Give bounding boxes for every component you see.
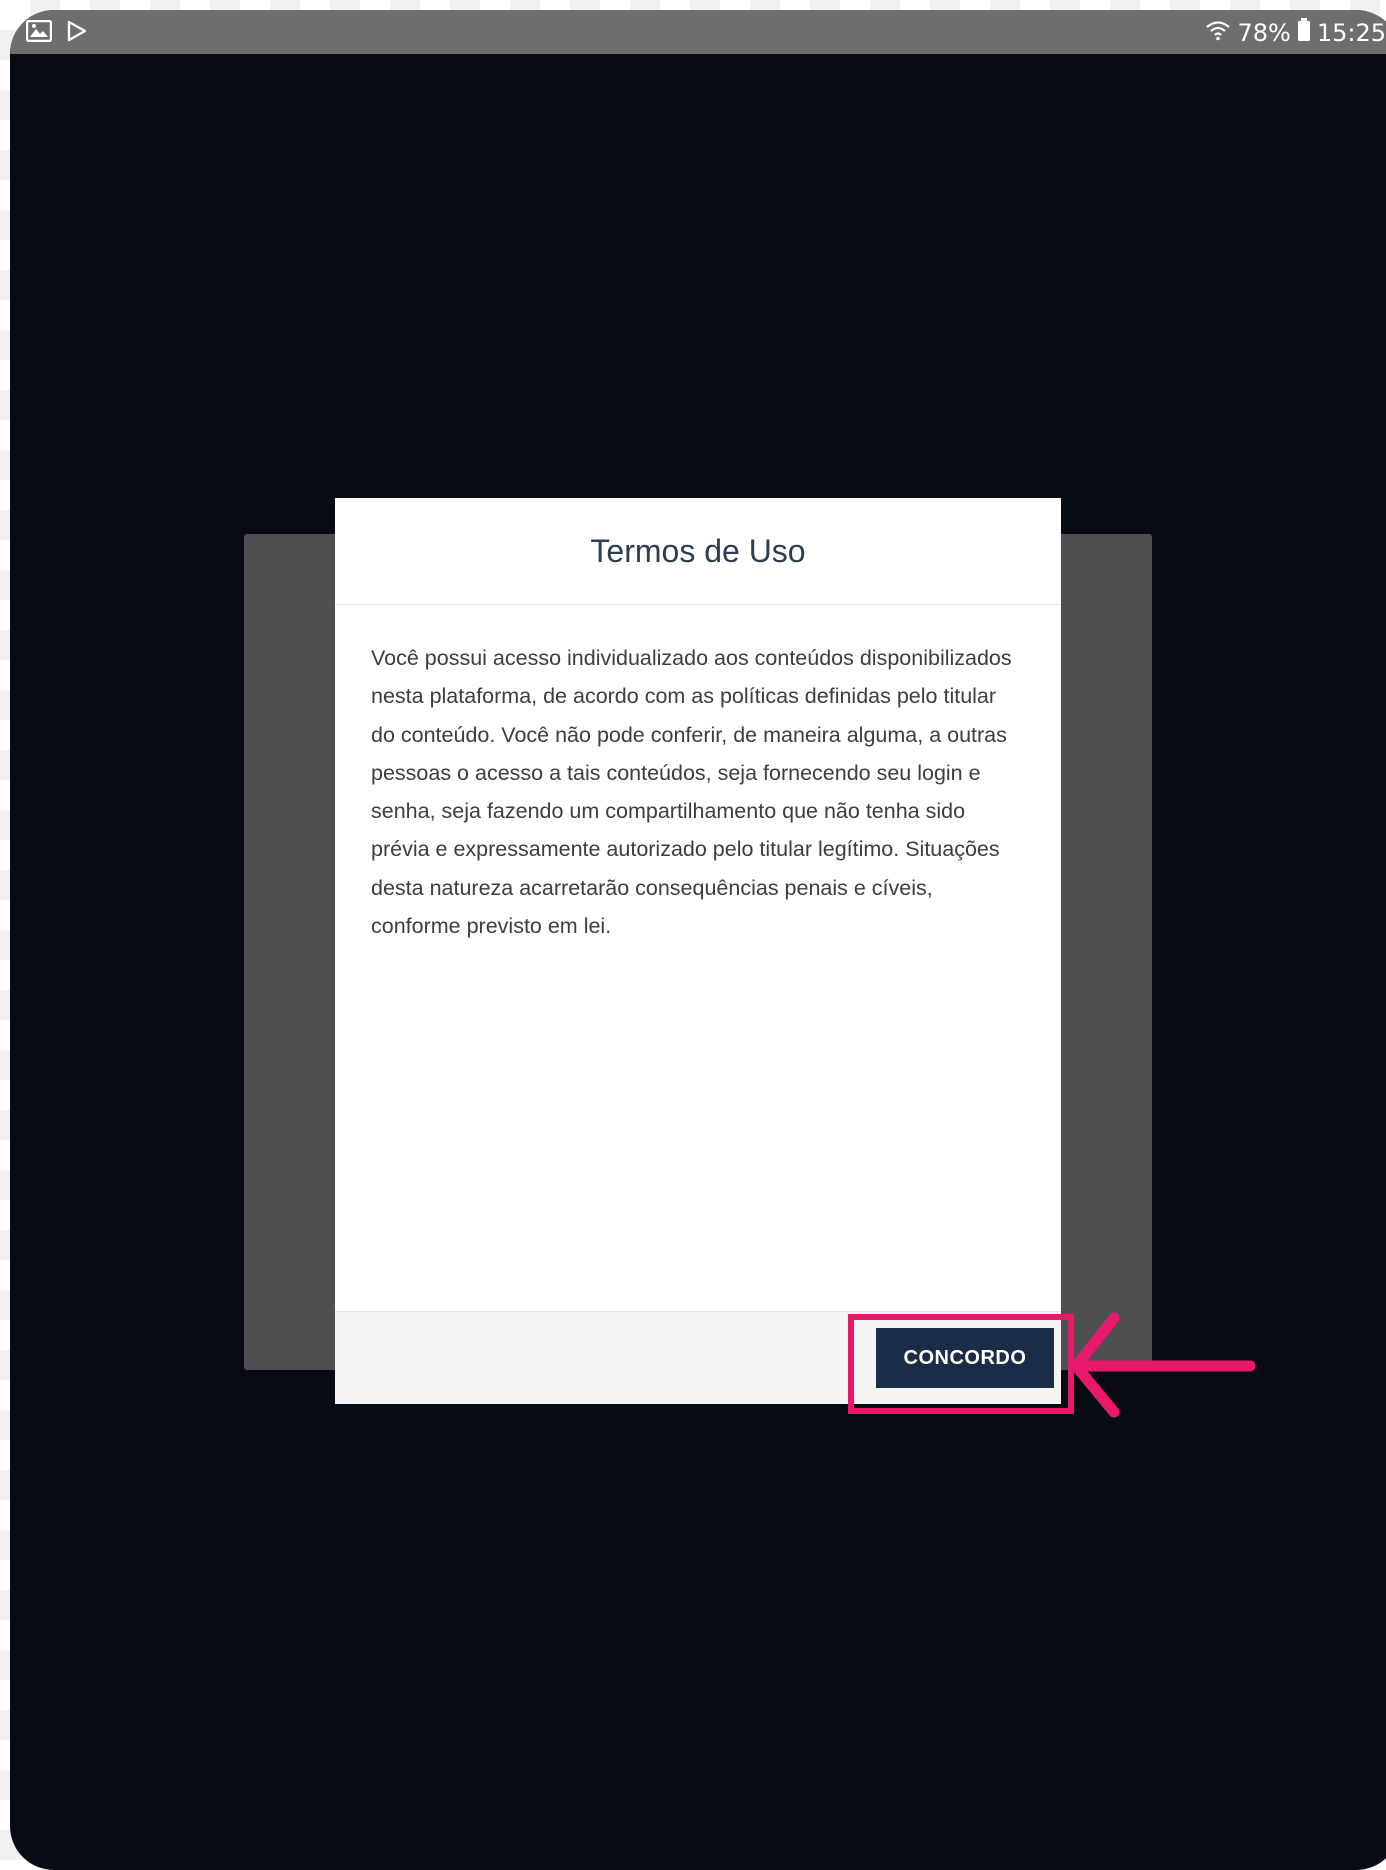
terms-text: Você possui acesso individualizado aos c… [371,646,1012,939]
gallery-icon [25,19,53,47]
modal-header: Termos de Uso [335,498,1061,605]
status-left-icons [25,19,88,47]
modal-footer: CONCORDO [335,1311,1061,1404]
battery-percent: 78% [1237,19,1291,47]
modal-body[interactable]: Você possui acesso individualizado aos c… [335,605,1061,1253]
agree-button[interactable]: CONCORDO [876,1328,1054,1388]
play-store-icon [66,20,88,47]
terms-modal: Termos de Uso Você possui acesso individ… [335,498,1061,1404]
status-bar: 78% 15:25 [10,10,1386,54]
modal-title: Termos de Uso [590,532,806,569]
clock: 15:25 [1316,19,1386,47]
battery-icon [1297,18,1311,48]
status-right: 78% 15:25 [1205,18,1386,48]
wifi-icon [1205,19,1231,47]
